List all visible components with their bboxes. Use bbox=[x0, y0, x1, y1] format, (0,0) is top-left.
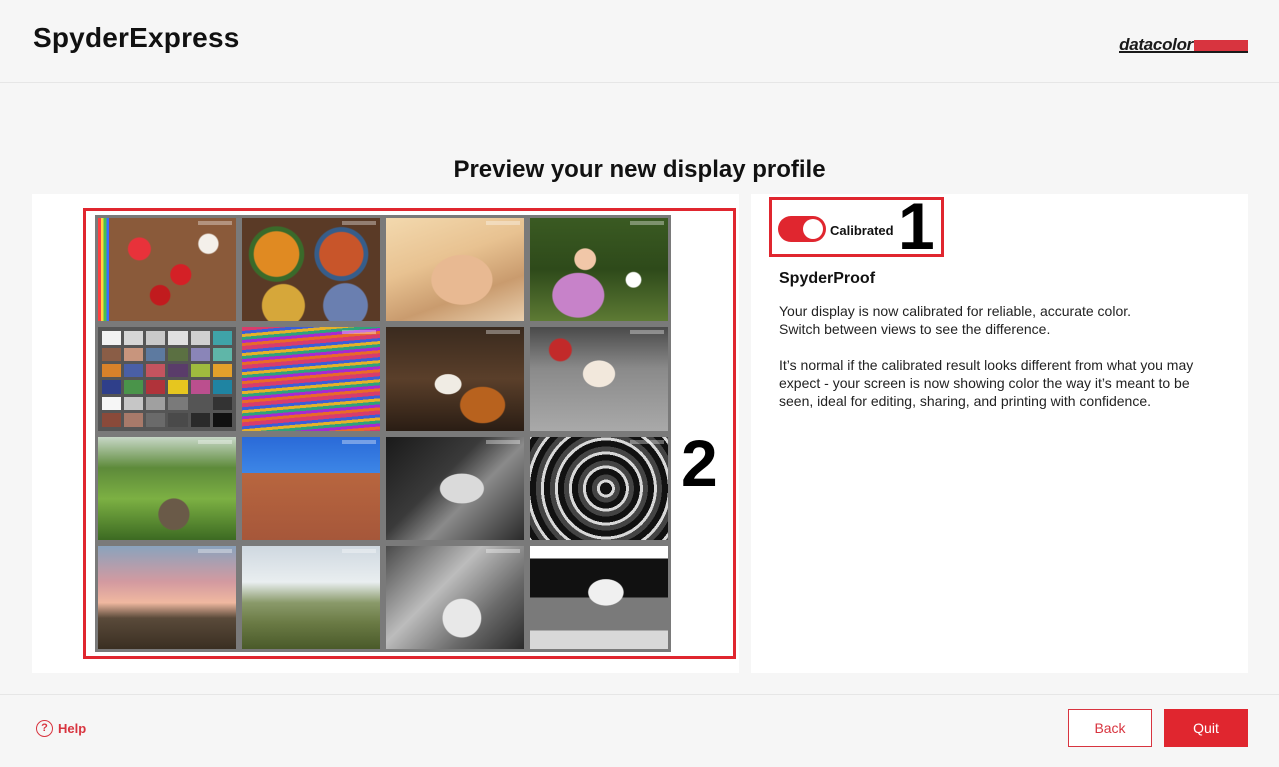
help-link[interactable]: ? Help bbox=[36, 720, 86, 737]
datacolor-logo: datacolor bbox=[1119, 33, 1248, 53]
page-heading: Preview your new display profile bbox=[453, 156, 826, 183]
brand-bar-icon bbox=[1194, 40, 1248, 51]
help-label: Help bbox=[58, 721, 87, 736]
description-paragraph: It’s normal if the calibrated result loo… bbox=[779, 357, 1194, 409]
spyderproof-title: SpyderProof bbox=[779, 270, 876, 287]
callout-number-1: 1 bbox=[898, 189, 935, 263]
callout-number-2: 2 bbox=[681, 426, 718, 500]
question-circle-icon: ? bbox=[36, 720, 53, 737]
description-line-2: Switch between views to see the differen… bbox=[779, 321, 1051, 337]
back-button[interactable]: Back bbox=[1068, 709, 1152, 747]
app-title: SpyderExpress bbox=[33, 22, 240, 53]
toggle-label: Calibrated bbox=[830, 223, 894, 238]
callout-box-2 bbox=[83, 208, 736, 659]
title-bar: SpyderExpress datacolor bbox=[0, 0, 1279, 83]
info-panel bbox=[751, 194, 1248, 673]
calibrated-toggle[interactable] bbox=[778, 216, 826, 242]
quit-button[interactable]: Quit bbox=[1164, 709, 1248, 747]
description-line-1: Your display is now calibrated for relia… bbox=[779, 303, 1132, 319]
toggle-knob bbox=[803, 219, 823, 239]
